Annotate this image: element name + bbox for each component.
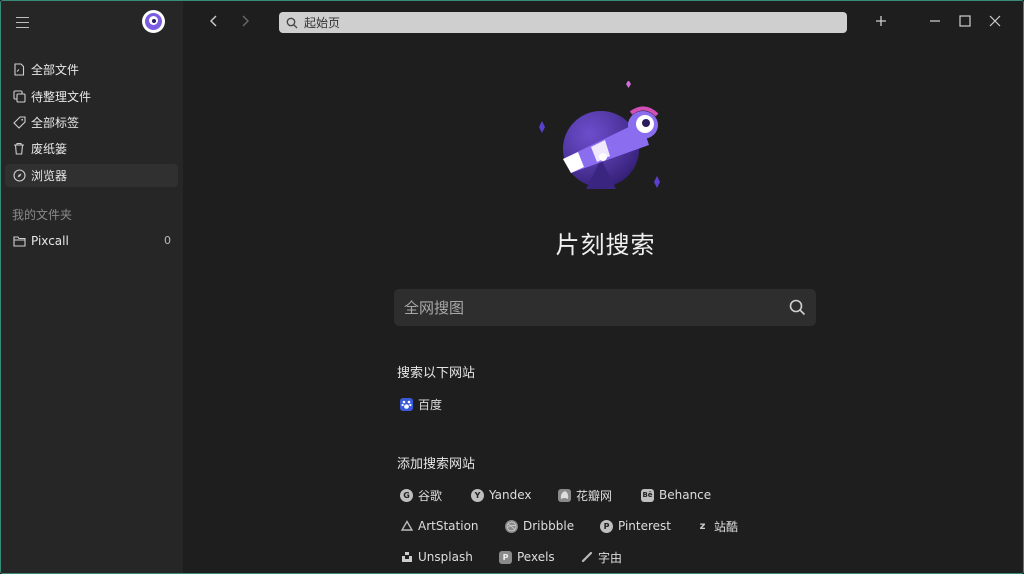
sidebar-item-label: 废纸篓 [31, 142, 68, 156]
copy-icon [12, 90, 26, 104]
search-field[interactable] [394, 289, 816, 326]
unsplash-icon [400, 551, 413, 564]
sidebar-item-all-files[interactable]: 全部文件 [5, 58, 178, 81]
site-zcool[interactable]: z 站酷 [696, 517, 738, 535]
site-behance[interactable]: Bē Behance [641, 486, 711, 504]
sidebar-item-all-tags[interactable]: 全部标签 [5, 111, 178, 134]
folder-count: 0 [164, 234, 171, 247]
site-yandex[interactable]: Y Yandex [471, 486, 532, 504]
sidebar-item-browser[interactable]: 浏览器 [5, 164, 178, 187]
search-icon[interactable] [789, 299, 806, 316]
search-icon [286, 17, 298, 29]
yandex-icon: Y [471, 488, 484, 502]
page-title: 片刻搜索 [555, 231, 656, 259]
site-label: Behance [659, 488, 712, 502]
site-label: Yandex [489, 488, 532, 502]
maximize-icon[interactable] [957, 13, 973, 29]
dribbble-icon [505, 519, 518, 533]
search-input[interactable] [404, 298, 774, 317]
zcool-icon: z [699, 520, 706, 532]
close-icon[interactable] [987, 13, 1003, 29]
google-icon: G [400, 488, 413, 502]
sidebar-item-trash[interactable]: 废纸篓 [5, 137, 178, 160]
site-label: 百度 [418, 397, 443, 412]
site-label: 站酷 [714, 519, 739, 534]
address-text: 起始页 [304, 16, 341, 30]
site-label: Dribbble [523, 519, 575, 533]
tag-icon [12, 116, 26, 130]
address-bar[interactable]: 起始页 [279, 12, 847, 33]
site-artstation[interactable]: ArtStation [400, 517, 479, 535]
site-dribbble[interactable]: Dribbble [505, 517, 574, 535]
sidebar-item-label: 浏览器 [31, 169, 68, 183]
baidu-icon [400, 397, 413, 411]
site-baidu[interactable]: 百度 [400, 395, 442, 413]
add-sites-title: 添加搜索网站 [397, 457, 476, 472]
site-label: Pexels [517, 550, 555, 564]
browser-main: 起始页 片刻搜索 全网搜图 搜索以下网站 百度 添加搜索网站 G 谷歌 Y Ya… [183, 1, 1023, 573]
minimize-icon[interactable] [927, 13, 943, 29]
site-google[interactable]: G 谷歌 [400, 486, 442, 504]
behance-icon: Bē [641, 488, 654, 502]
site-label: 谷歌 [418, 488, 443, 503]
sidebar-item-unsorted[interactable]: 待整理文件 [5, 85, 178, 108]
huaban-icon [558, 488, 571, 502]
sidebar-item-label: 全部文件 [31, 63, 80, 77]
folders-section-title: 我的文件夹 [12, 208, 73, 222]
file-icon [12, 63, 26, 77]
telescope-illustration [523, 80, 673, 191]
site-huaban[interactable]: 花瓣网 [558, 486, 612, 504]
site-label: ArtStation [418, 519, 479, 533]
compass-icon [12, 169, 26, 183]
app-logo[interactable] [142, 10, 165, 33]
pinterest-icon: P [600, 519, 613, 533]
new-tab-icon[interactable] [873, 13, 889, 29]
sidebar: 全部文件 待整理文件 全部标签 废纸篓 浏览器 我的文件夹 Pixcall 0 [1, 1, 183, 573]
site-label: Unsplash [418, 550, 473, 564]
back-icon[interactable] [206, 13, 222, 29]
site-pinterest[interactable]: P Pinterest [600, 517, 671, 535]
menu-icon[interactable] [15, 14, 31, 30]
site-label: Pinterest [618, 519, 672, 533]
folder-label: Pixcall [31, 233, 69, 248]
site-label: 花瓣网 [576, 488, 613, 503]
sidebar-folder-pixcall[interactable]: Pixcall 0 [5, 229, 178, 252]
forward-icon[interactable] [237, 13, 253, 29]
search-sites-title: 搜索以下网站 [397, 366, 476, 381]
sidebar-item-label: 待整理文件 [31, 90, 92, 104]
pexels-icon: P [499, 550, 512, 564]
app-window: 全部文件 待整理文件 全部标签 废纸篓 浏览器 我的文件夹 Pixcall 0 … [0, 0, 1024, 574]
folder-icon [12, 234, 26, 248]
site-ziyou[interactable]: 字由 [580, 548, 622, 566]
site-label: 字由 [598, 550, 623, 565]
trash-icon [12, 142, 26, 156]
sidebar-item-label: 全部标签 [31, 116, 80, 130]
site-pexels[interactable]: P Pexels [499, 548, 555, 566]
artstation-icon [400, 520, 413, 533]
ziyou-icon [580, 551, 593, 564]
site-unsplash[interactable]: Unsplash [400, 548, 473, 566]
